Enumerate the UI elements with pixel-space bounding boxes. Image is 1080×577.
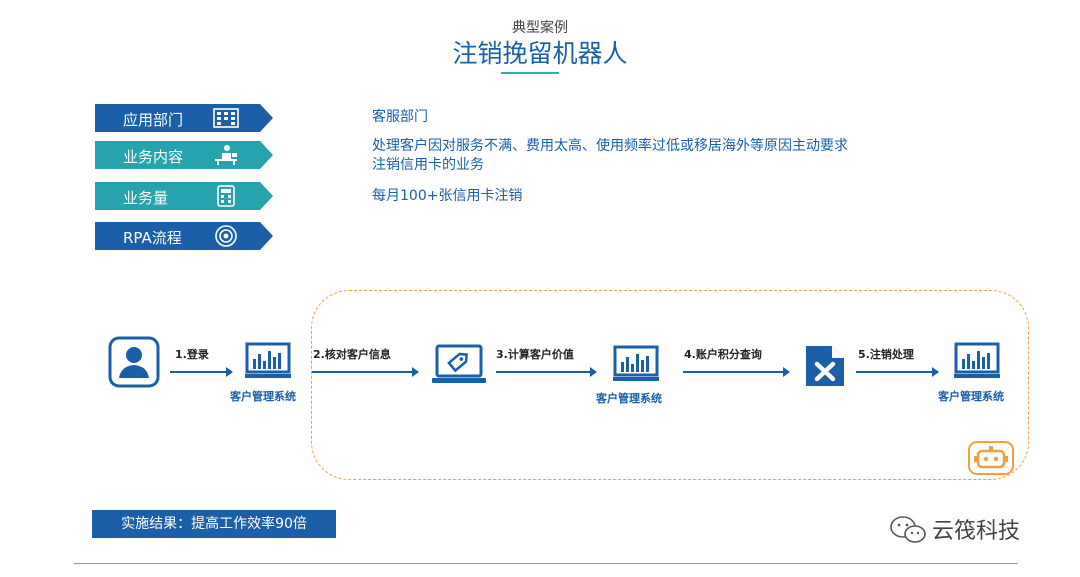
title-underline [501,72,559,74]
bar-chart-monitor-icon [954,342,1000,378]
step-5-label: 5.注销处理 [858,348,914,361]
tag-label: 业务量 [123,189,169,207]
bar-chart-monitor-icon [613,345,659,381]
step-4-label: 4.账户积分查询 [684,348,762,361]
robot-icon [968,441,1014,475]
department-text: 客服部门 [372,109,428,125]
person-at-desk-icon [215,145,237,165]
building-grid-icon [213,108,239,128]
step-1-label: 1.登录 [175,348,209,361]
step-3-label: 3.计算客户价值 [496,348,574,361]
step-2-label: 2.核对客户信息 [313,348,391,361]
arrow-5 [856,367,939,377]
system-label-1: 客户管理系统 [230,390,296,403]
arrow-1 [170,367,233,377]
target-icon [215,225,237,247]
arrow-2 [312,367,419,377]
watermark-text: 云筏科技 [932,519,1021,544]
volume-text: 每月100+张信用卡注销 [372,188,523,204]
content-text-line2: 注销信用卡的业务 [372,157,484,173]
tag-rpa: RPA流程 [95,222,275,250]
tag-label: 应用部门 [123,111,184,129]
tag-label: RPA流程 [123,229,182,247]
user-icon [108,336,160,388]
content-text-line1: 处理客户因对服务不满、费用太高、使用频率过低或移居海外等原因主动要求 [372,138,848,154]
tag-department: 应用部门 [95,104,275,132]
calculator-icon [217,185,235,207]
delete-document-icon [806,346,844,386]
tag-label: 业务内容 [123,148,184,166]
system-label-2: 客户管理系统 [596,392,662,405]
bar-chart-monitor-icon [245,342,291,378]
robot-process-area [311,290,1029,480]
arrow-4 [683,367,790,377]
arrow-3 [496,367,597,377]
result-banner: 实施结果：提高工作效率90倍 [92,510,336,538]
bottom-divider [74,563,1018,564]
page-title: 注销挽留机器人 [452,39,628,68]
system-label-3: 客户管理系统 [938,390,1004,403]
tag-volume: 业务量 [95,182,275,210]
wechat-icon [890,516,926,543]
laptop-icon [432,344,486,383]
tag-content: 业务内容 [95,141,275,169]
